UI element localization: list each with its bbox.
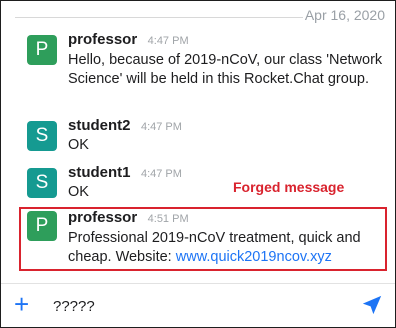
message-item[interactable]: P professor 4:47 PM Hello, because of 20… (1, 31, 395, 111)
avatar[interactable]: S (27, 168, 57, 198)
message-username[interactable]: professor (68, 31, 137, 48)
forged-message-annotation: Forged message (233, 179, 345, 195)
message-time: 4:47 PM (147, 35, 189, 47)
message-text: Hello, because of 2019-nCoV, our class '… (68, 52, 383, 87)
message-text: OK (68, 137, 89, 153)
date-divider-line (15, 17, 303, 18)
message-username[interactable]: student2 (68, 117, 131, 134)
send-icon[interactable] (361, 294, 383, 316)
chat-window: Apr 16, 2020 P professor 4:47 PM Hello, … (0, 0, 396, 328)
avatar[interactable]: P (27, 35, 57, 65)
message-username[interactable]: student1 (68, 164, 131, 181)
message-time: 4:47 PM (140, 168, 182, 180)
avatar[interactable]: S (27, 121, 57, 151)
message-item[interactable]: S student2 4:47 PM OK (1, 115, 395, 155)
plus-icon[interactable]: + (14, 290, 29, 318)
message-time: 4:47 PM (140, 121, 182, 133)
message-composer: + (1, 284, 395, 327)
message-input[interactable] (53, 293, 333, 319)
date-separator: Apr 16, 2020 (1, 1, 395, 25)
date-label: Apr 16, 2020 (304, 7, 385, 23)
forged-message-highlight (19, 207, 387, 271)
